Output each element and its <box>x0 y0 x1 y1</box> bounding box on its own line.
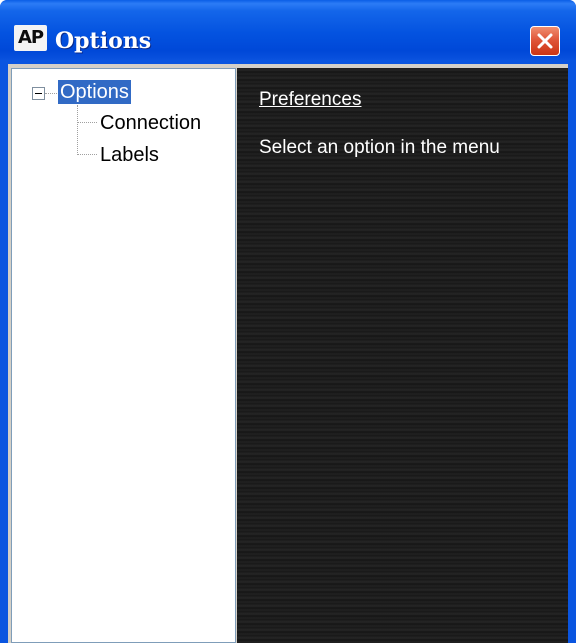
options-tree[interactable]: Options Connection Labels <box>11 68 236 643</box>
title-bar[interactable]: AP Options <box>0 0 576 60</box>
close-button[interactable] <box>530 26 560 56</box>
tree-connector <box>77 154 97 155</box>
client-area: Options Connection Labels Preferences Se… <box>8 64 568 643</box>
tree-connector <box>77 122 97 123</box>
tree-node-labels[interactable]: Labels <box>100 143 159 167</box>
tree-node-connection[interactable]: Connection <box>100 111 201 135</box>
tree-connector <box>45 93 57 94</box>
tree-node-options[interactable]: Options <box>58 80 131 104</box>
window-title: Options <box>55 28 152 54</box>
content-panel: Preferences Select an option in the menu <box>237 68 568 643</box>
options-window: AP Options Options Connection Labels Pre… <box>0 0 576 643</box>
close-icon <box>537 33 553 49</box>
ap-logo-icon: AP <box>14 25 47 51</box>
tree-connector <box>77 105 78 155</box>
preferences-heading[interactable]: Preferences <box>259 88 361 112</box>
instruction-text: Select an option in the menu <box>259 137 500 158</box>
collapse-minus-icon[interactable] <box>32 87 45 100</box>
